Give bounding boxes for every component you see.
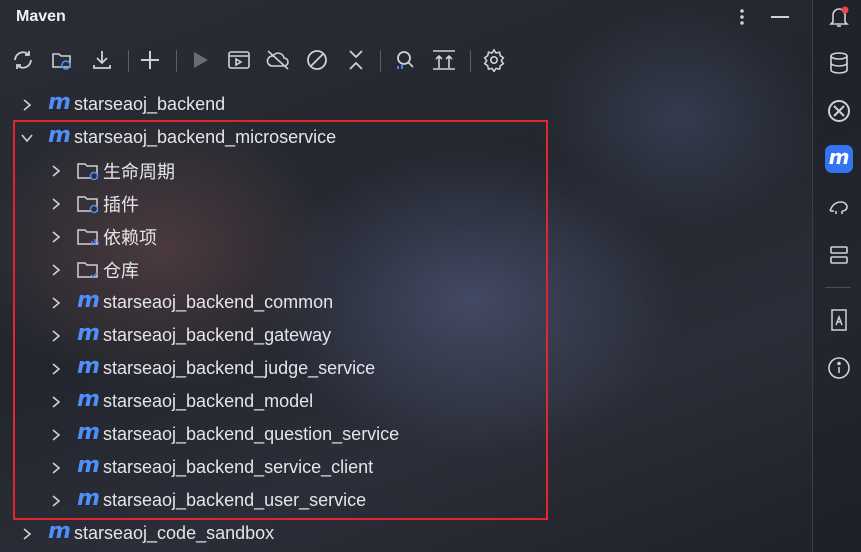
tree-item-root[interactable]: m starseaoj_backend [20, 88, 620, 121]
chevron-right-icon[interactable] [49, 329, 63, 343]
tree-item-label: 仓库 [103, 260, 139, 281]
toolbar-separator [176, 50, 177, 72]
services-icon[interactable] [825, 241, 853, 269]
maven-module-icon: m [77, 387, 100, 412]
chevron-down-icon[interactable] [20, 131, 34, 145]
tree-item-label: starseaoj_code_sandbox [74, 523, 275, 543]
chevron-right-icon[interactable] [49, 230, 63, 244]
gradle-icon[interactable] [825, 193, 853, 221]
plugins-folder-icon [77, 194, 103, 214]
chevron-right-icon[interactable] [49, 296, 63, 310]
tree-item-label: starseaoj_backend_gateway [103, 325, 332, 345]
collapse-all-icon[interactable] [342, 46, 370, 74]
info-icon[interactable] [825, 354, 853, 382]
maven-module-icon: m [48, 123, 71, 148]
tree-item-dependencies[interactable]: 依赖项 [49, 220, 649, 253]
download-icon[interactable] [88, 46, 116, 74]
chevron-right-icon[interactable] [20, 527, 34, 541]
maven-module-icon: m [77, 453, 100, 478]
lifecycle-folder-icon [77, 161, 103, 181]
tree-item-label: starseaoj_backend [74, 94, 226, 114]
chevron-right-icon[interactable] [49, 164, 63, 178]
maven-icon[interactable]: m [825, 145, 853, 173]
minimize-icon[interactable] [768, 4, 792, 30]
maven-module-icon: m [77, 486, 100, 511]
chevron-right-icon[interactable] [49, 263, 63, 277]
panel-title: Maven [16, 8, 66, 25]
chevron-right-icon[interactable] [49, 494, 63, 508]
tree-item-label: starseaoj_backend_judge_service [103, 358, 376, 378]
tree-item-label: 依赖项 [103, 227, 157, 248]
tree-item-module[interactable]: m starseaoj_backend_service_client [49, 451, 649, 484]
analyze-dependencies-icon[interactable] [391, 46, 419, 74]
toolbar-separator [380, 50, 381, 72]
chevron-right-icon[interactable] [49, 395, 63, 409]
toolbar-separator [470, 50, 471, 72]
tree-item-module[interactable]: m starseaoj_backend_user_service [49, 484, 649, 517]
run-icon[interactable] [186, 46, 214, 74]
skip-tests-icon[interactable] [303, 46, 331, 74]
tree-item-label: starseaoj_backend_question_service [103, 424, 400, 444]
tree-item-module[interactable]: m starseaoj_backend_model [49, 385, 649, 418]
generate-sources-icon[interactable] [48, 46, 76, 74]
maven-module-icon: m [77, 288, 100, 313]
chevron-right-icon[interactable] [49, 362, 63, 376]
reload-all-icon[interactable] [9, 46, 37, 74]
database-icon[interactable] [825, 49, 853, 77]
notifications-icon[interactable] [825, 3, 853, 31]
tree-item-repositories[interactable]: 仓库 [49, 253, 649, 286]
toolbar-separator [128, 50, 129, 72]
maven-module-icon: m [77, 420, 100, 445]
repositories-folder-icon [77, 260, 103, 280]
execute-goal-icon[interactable] [225, 46, 253, 74]
tree-item-lifecycle[interactable]: 生命周期 [49, 154, 649, 187]
chevron-right-icon[interactable] [49, 428, 63, 442]
show-dependencies-icon[interactable] [430, 46, 458, 74]
maven-module-icon: m [48, 90, 71, 115]
chevron-right-icon[interactable] [49, 461, 63, 475]
sidebar-separator [825, 287, 851, 288]
dependencies-folder-icon [77, 227, 103, 247]
maven-module-icon: m [77, 321, 100, 346]
tree-item-label: starseaoj_backend_microservice [74, 127, 337, 147]
settings-icon[interactable] [480, 46, 508, 74]
tree-item-label: starseaoj_backend_common [103, 292, 334, 312]
right-tool-strip: m [812, 0, 861, 552]
maven-tool-window: Maven m starseaoj_backend m starseaoj_ba… [0, 0, 812, 552]
tree-item-module[interactable]: m starseaoj_backend_common [49, 286, 649, 319]
toggle-offline-icon[interactable] [264, 46, 292, 74]
tree-item-plugins[interactable]: 插件 [49, 187, 649, 220]
translate-icon[interactable] [825, 306, 853, 334]
tree-item-root[interactable]: m starseaoj_backend_microservice [20, 121, 620, 154]
tree-item-label: starseaoj_backend_model [103, 391, 314, 411]
chevron-right-icon[interactable] [49, 197, 63, 211]
tree-item-module[interactable]: m starseaoj_backend_judge_service [49, 352, 649, 385]
tree-item-module[interactable]: m starseaoj_backend_gateway [49, 319, 649, 352]
tree-item-module[interactable]: m starseaoj_backend_question_service [49, 418, 649, 451]
maven-module-icon: m [48, 519, 71, 544]
tree-item-label: starseaoj_backend_user_service [103, 490, 367, 510]
ai-assistant-icon[interactable] [825, 97, 853, 125]
tree-item-root[interactable]: m starseaoj_code_sandbox [20, 517, 620, 550]
chevron-right-icon[interactable] [20, 98, 34, 112]
tree-item-label: starseaoj_backend_service_client [103, 457, 374, 477]
tool-window-header: Maven [0, 0, 812, 36]
maven-toolbar [0, 42, 812, 78]
more-options-icon[interactable] [730, 4, 754, 30]
tree-item-label: 生命周期 [103, 161, 175, 182]
maven-module-icon: m [77, 354, 100, 379]
tree-item-label: 插件 [103, 194, 139, 215]
add-project-icon[interactable] [136, 46, 164, 74]
